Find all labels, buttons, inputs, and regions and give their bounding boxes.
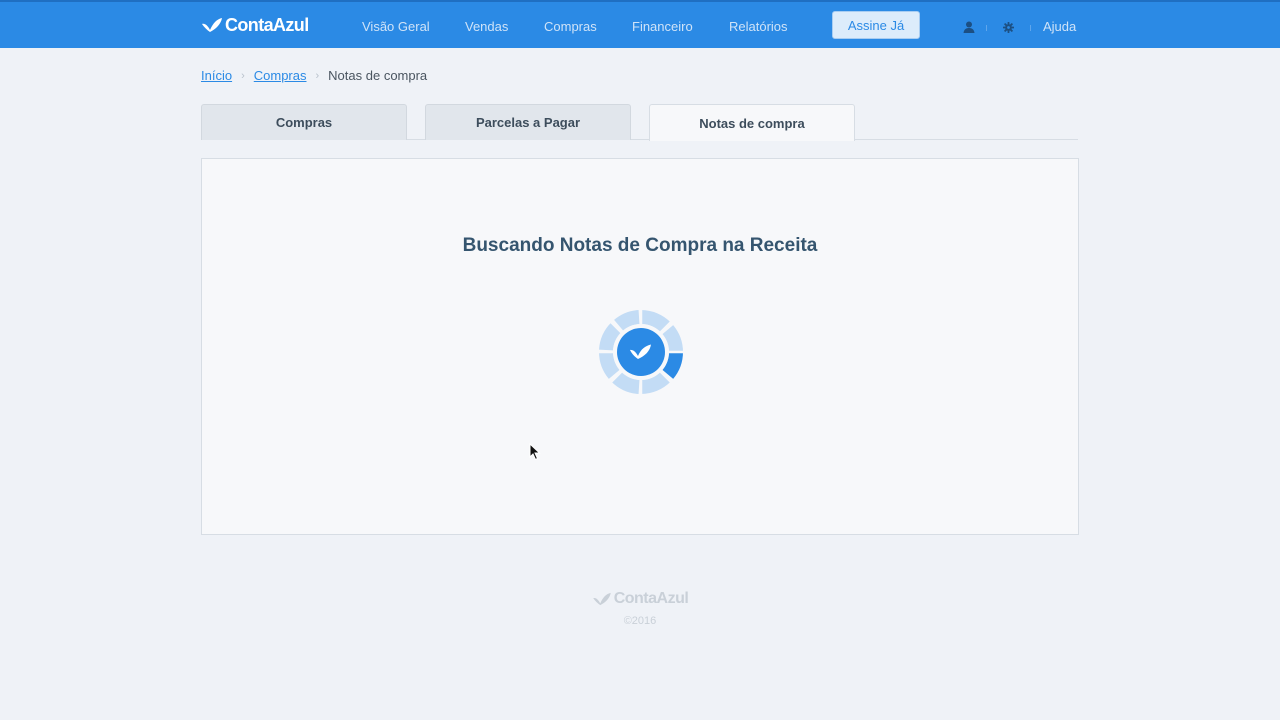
footer: ContaAzul ©2016 <box>0 590 1280 627</box>
nav-divider <box>1030 25 1031 31</box>
tab-notas-de-compra[interactable]: Notas de compra <box>649 104 855 141</box>
gear-icon[interactable] <box>1003 20 1014 38</box>
loading-spinner-icon <box>598 309 684 395</box>
help-link[interactable]: Ajuda <box>1043 19 1076 34</box>
nav-item-visao-geral[interactable]: Visão Geral <box>362 19 430 34</box>
breadcrumb-inicio[interactable]: Início <box>201 68 232 83</box>
nav-item-vendas[interactable]: Vendas <box>465 19 508 34</box>
footer-copyright: ©2016 <box>623 615 657 627</box>
tab-compras[interactable]: Compras <box>201 104 407 140</box>
nav-divider <box>986 25 987 31</box>
top-navigation-bar: ContaAzul Visão Geral Vendas Compras Fin… <box>0 0 1280 48</box>
logo-text: ContaAzul <box>225 14 309 35</box>
breadcrumb-separator: › <box>241 69 245 82</box>
breadcrumb-separator: › <box>315 69 320 82</box>
leaf-check-icon <box>202 18 222 32</box>
breadcrumb-compras[interactable]: Compras <box>254 68 307 83</box>
leaf-check-icon <box>592 592 611 606</box>
footer-logo-text: ContaAzul <box>613 590 689 607</box>
nav-item-financeiro[interactable]: Financeiro <box>632 19 693 34</box>
main-panel: Buscando Notas de Compra na Receita <box>201 158 1079 535</box>
tab-parcelas-a-pagar[interactable]: Parcelas a Pagar <box>425 104 631 140</box>
nav-item-compras[interactable]: Compras <box>544 19 597 34</box>
breadcrumb: Início › Compras › Notas de compra <box>201 68 427 83</box>
subscribe-button[interactable]: Assine Já <box>832 11 920 39</box>
user-icon[interactable] <box>963 20 975 38</box>
breadcrumb-current: Notas de compra <box>328 68 428 83</box>
mouse-cursor-icon <box>529 443 541 461</box>
loading-title: Buscando Notas de Compra na Receita <box>462 235 818 256</box>
nav-item-relatorios[interactable]: Relatórios <box>729 19 788 34</box>
footer-logo: ContaAzul <box>592 590 689 608</box>
contaazul-logo[interactable]: ContaAzul <box>201 13 309 37</box>
